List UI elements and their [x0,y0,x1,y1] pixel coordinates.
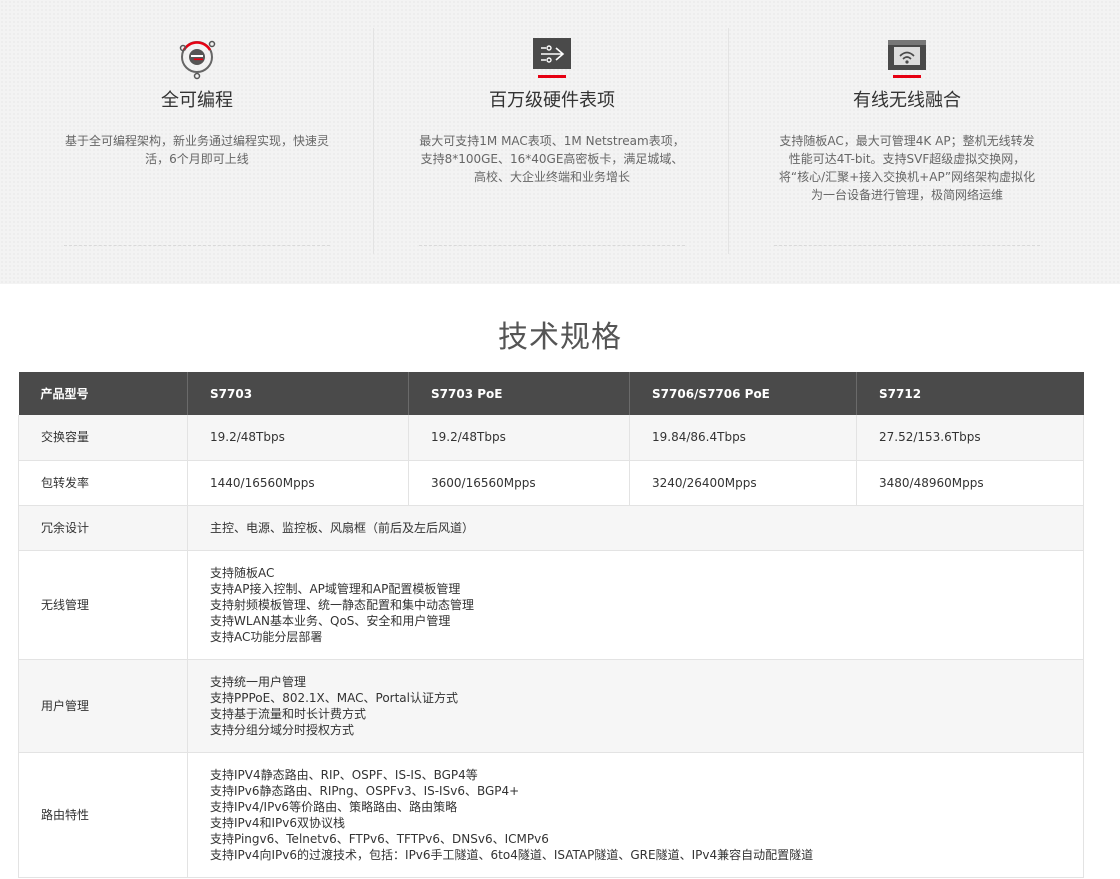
wireless-convergence-icon [752,34,1062,80]
column-header: S7703 [187,372,409,415]
table-cell: 支持随板AC 支持AP接入控制、AP域管理和AP配置模板管理 支持射频模板管理、… [187,550,1084,660]
table-row: 交换容量 19.2/48Tbps 19.2/48Tbps 19.84/86.4T… [18,415,1084,461]
spec-table: 产品型号 S7703 S7703 PoE S7706/S7706 PoE S77… [18,372,1084,878]
dashed-divider [64,245,330,246]
table-cell: 3600/16560Mpps [408,460,630,506]
spec-line: 支持Pingv6、Telnetv6、FTPv6、TFTPv6、DNSv6、ICM… [210,831,549,846]
column-header: 产品型号 [18,372,188,415]
row-label: 冗余设计 [18,505,188,551]
feature-description: 支持随板AC，最大可管理4K AP；整机无线转发性能可达4T-bit。支持SVF… [778,134,1036,202]
table-cell: 支持统一用户管理 支持PPPoE、802.1X、MAC、Portal认证方式 支… [187,659,1084,753]
table-cell: 主控、电源、监控板、风扇框（前后及左后风道） [187,505,1084,551]
feature-card-wireless: 有线无线融合 支持随板AC，最大可管理4K AP；整机无线转发性能可达4T-bi… [752,28,1062,256]
feature-description: 最大可支持1M MAC表项、1M Netstream表项，支持8*100GE、1… [419,134,685,184]
feature-card-hardware-table: 百万级硬件表项 最大可支持1M MAC表项、1M Netstream表项，支持8… [397,28,707,256]
dashed-divider [419,245,685,246]
section-title: 技术规格 [498,320,622,355]
row-label: 用户管理 [18,659,188,753]
column-divider [373,28,374,254]
spec-line: 支持IPv4/IPv6等价路由、策略路由、路由策略 [210,799,458,814]
spec-line: 支持统一用户管理 [210,674,307,689]
spec-line: 支持基于流量和时长计费方式 [210,706,367,721]
hardware-table-icon [397,34,707,80]
table-cell: 19.84/86.4Tbps [629,415,857,461]
table-cell: 19.2/48Tbps [187,415,409,461]
row-label: 交换容量 [18,415,188,461]
spec-line: 支持随板AC [210,565,275,580]
column-header: S7706/S7706 PoE [629,372,857,415]
spec-line: 支持分组分域分时授权方式 [210,722,355,737]
spec-line: 支持IPV4静态路由、RIP、OSPF、IS-IS、BGP4等 [210,767,478,782]
dashed-divider [774,245,1040,246]
feature-description: 基于全可编程架构，新业务通过编程实现，快速灵活，6个月即可上线 [64,134,329,166]
row-label: 无线管理 [18,550,188,660]
table-cell: 3480/48960Mpps [856,460,1084,506]
feature-title: 百万级硬件表项 [489,90,615,111]
spec-line: 支持射频模板管理、统一静态配置和集中动态管理 [210,597,475,612]
spec-line: 支持AC功能分层部署 [210,629,323,644]
table-row: 路由特性 支持IPV4静态路由、RIP、OSPF、IS-IS、BGP4等 支持I… [18,752,1084,878]
table-row: 无线管理 支持随板AC 支持AP接入控制、AP域管理和AP配置模板管理 支持射频… [18,550,1084,660]
spec-line: 支持WLAN基本业务、QoS、安全和用户管理 [210,613,451,628]
table-row: 包转发率 1440/16560Mpps 3600/16560Mpps 3240/… [18,460,1084,506]
table-row: 用户管理 支持统一用户管理 支持PPPoE、802.1X、MAC、Portal认… [18,659,1084,753]
table-header-row: 产品型号 S7703 S7703 PoE S7706/S7706 PoE S77… [18,372,1084,415]
spec-line: 支持IPv4向IPv6的过渡技术，包括：IPv6手工隧道、6to4隧道、ISAT… [210,847,814,862]
column-divider [728,28,729,254]
feature-title: 有线无线融合 [853,90,961,111]
row-label: 包转发率 [18,460,188,506]
table-cell: 1440/16560Mpps [187,460,409,506]
table-row: 冗余设计 主控、电源、监控板、风扇框（前后及左后风道） [18,505,1084,551]
table-cell: 27.52/153.6Tbps [856,415,1084,461]
column-header: S7712 [856,372,1084,415]
feature-card-programmable: 全可编程 基于全可编程架构，新业务通过编程实现，快速灵活，6个月即可上线 [42,28,352,256]
features-section: 全可编程 基于全可编程架构，新业务通过编程实现，快速灵活，6个月即可上线 百万级… [0,0,1120,284]
row-label: 路由特性 [18,752,188,878]
table-cell: 支持IPV4静态路由、RIP、OSPF、IS-IS、BGP4等 支持IPv6静态… [187,752,1084,878]
spec-line: 支持IPv6静态路由、RIPng、OSPFv3、IS-ISv6、BGP4+ [210,783,520,798]
column-header: S7703 PoE [408,372,630,415]
spec-line: 支持IPv4和IPv6双协议栈 [210,815,346,830]
table-cell: 19.2/48Tbps [408,415,630,461]
table-cell: 3240/26400Mpps [629,460,857,506]
spec-line: 支持AP接入控制、AP域管理和AP配置模板管理 [210,581,461,596]
programmable-icon [42,34,352,80]
feature-title: 全可编程 [161,90,233,111]
spec-line: 支持PPPoE、802.1X、MAC、Portal认证方式 [210,690,458,705]
